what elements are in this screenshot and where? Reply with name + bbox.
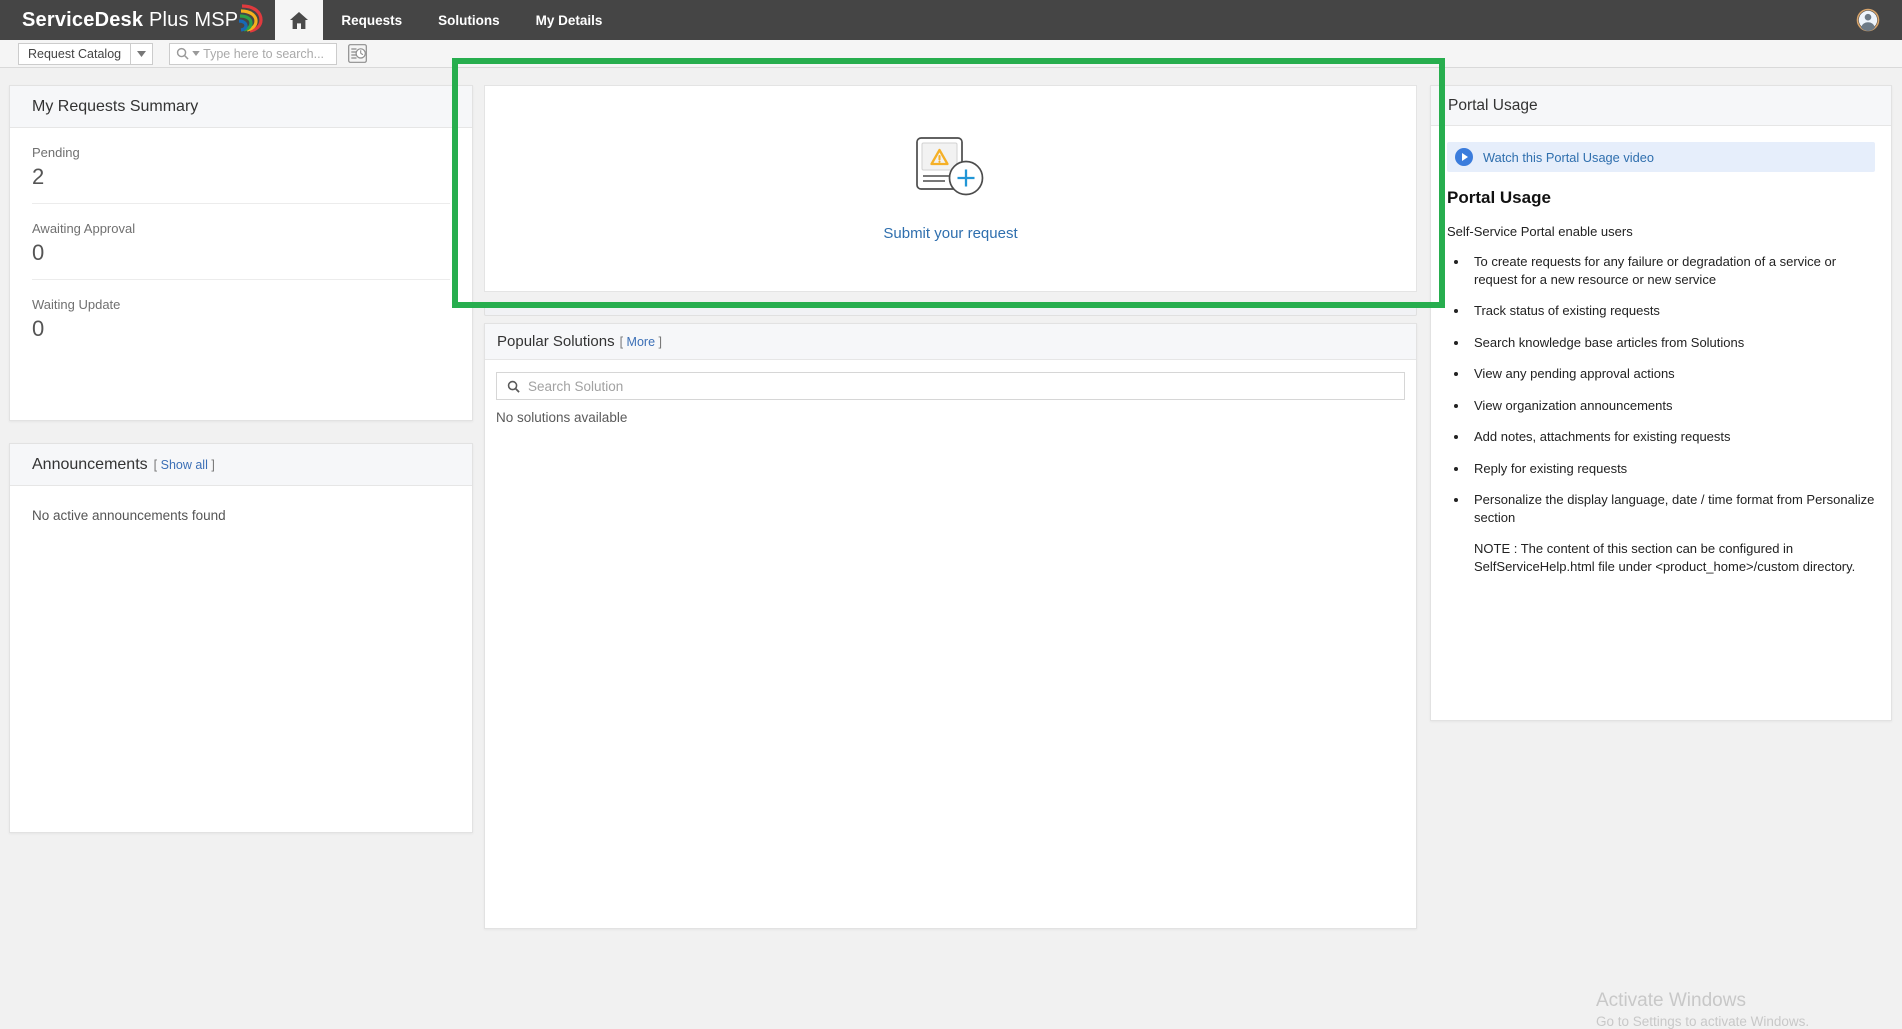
popular-solutions-body: No solutions available (485, 360, 1416, 425)
summary-value-pending: 2 (32, 164, 45, 189)
portal-usage-heading: Portal Usage (1447, 188, 1551, 207)
center-column: Submit your request Popular Solutions [ … (484, 85, 1417, 929)
list-item: View any pending approval actions (1469, 365, 1875, 383)
chevron-down-icon[interactable] (130, 43, 152, 64)
submit-request-card[interactable]: Submit your request (484, 85, 1417, 292)
summary-label-pending: Pending (32, 145, 80, 160)
list-item: To create requests for any failure or de… (1469, 253, 1875, 288)
portal-usage-title: Portal Usage (1431, 86, 1891, 126)
play-icon (1455, 148, 1473, 166)
search-input[interactable] (203, 46, 330, 61)
new-request-icon (915, 137, 983, 196)
watch-portal-usage-video-banner[interactable]: Watch this Portal Usage video (1447, 142, 1875, 172)
portal-usage-bullet-list: To create requests for any failure or de… (1469, 253, 1875, 526)
nav-tab-my-details[interactable]: My Details (518, 0, 621, 40)
summary-label-awaiting-approval: Awaiting Approval (32, 221, 136, 236)
list-item: Reply for existing requests (1469, 460, 1875, 478)
request-history-icon[interactable] (348, 44, 368, 63)
popular-solutions-panel: Popular Solutions [ More ] No solutions … (484, 323, 1417, 929)
nav-tab-requests[interactable]: Requests (323, 0, 420, 40)
portal-usage-subheading: Self-Service Portal enable users (1447, 224, 1633, 239)
top-navigation-bar: ServiceDesk Plus MSP Requests Solutions … (0, 0, 1902, 40)
search-scope-chevron-down-icon[interactable] (192, 51, 200, 56)
solution-search-input[interactable] (528, 378, 1381, 394)
sidebar-item-home[interactable] (275, 0, 324, 40)
solution-search-box[interactable] (496, 372, 1405, 400)
announcements-empty-message: No active announcements found (32, 508, 226, 523)
nav-tab-my-details-label: My Details (535, 12, 603, 28)
page-title: My Requests Summary (32, 97, 199, 115)
watch-portal-usage-video-label: Watch this Portal Usage video (1483, 149, 1654, 165)
more-label: More (626, 334, 656, 349)
nav-tab-solutions[interactable]: Solutions (420, 0, 518, 40)
request-catalog-dropdown[interactable]: Request Catalog (18, 42, 154, 65)
list-item: Add notes, attachments for existing requ… (1469, 428, 1875, 446)
portal-usage-note: NOTE : The content of this section can b… (1474, 541, 1856, 575)
request-catalog-label: Request Catalog (28, 46, 122, 61)
summary-value-waiting-update: 0 (32, 316, 45, 341)
portal-usage-title-text: Portal Usage (1448, 96, 1538, 114)
portal-usage-panel: Portal Usage Watch this Portal Usage vid… (1430, 85, 1892, 721)
portal-usage-body: Watch this Portal Usage video Portal Usa… (1431, 126, 1891, 576)
my-requests-summary-panel: My Requests Summary Pending 2 Awaiting A… (9, 85, 473, 421)
summary-row-pending[interactable]: Pending 2 (32, 128, 450, 204)
solutions-empty-message: No solutions available (496, 410, 628, 425)
global-search-box[interactable] (169, 42, 338, 65)
app-logo-text-bold: ServiceDesk (22, 8, 144, 31)
my-requests-summary-body: Pending 2 Awaiting Approval 0 Waiting Up… (10, 128, 472, 355)
avatar[interactable] (1856, 0, 1902, 40)
app-logo-text: ServiceDesk Plus MSP (22, 9, 238, 32)
scroll-gap (484, 292, 1417, 305)
summary-row-waiting-update[interactable]: Waiting Update 0 (32, 280, 450, 355)
more-bracket-close: ] (658, 334, 662, 349)
secondary-toolbar: Request Catalog (0, 40, 1902, 68)
list-item: Track status of existing requests (1469, 302, 1875, 320)
popular-solutions-more-link[interactable]: [ More ] (620, 335, 662, 349)
announcements-show-all-link[interactable]: [ Show all ] (154, 458, 215, 472)
announcements-title-text: Announcements (32, 455, 148, 473)
popular-solutions-title-text: Popular Solutions (497, 333, 615, 350)
show-all-label: Show all (160, 457, 208, 472)
more-bracket-open: [ (619, 334, 624, 349)
summary-value-awaiting-approval: 0 (32, 240, 45, 265)
page-body: My Requests Summary Pending 2 Awaiting A… (0, 68, 1902, 1029)
user-avatar-icon (1856, 8, 1880, 32)
announcements-title: Announcements [ Show all ] (10, 444, 472, 486)
submit-request-label[interactable]: Submit your request (883, 225, 1017, 242)
activate-windows-subtitle: Go to Settings to activate Windows. (1596, 1013, 1810, 1029)
summary-label-waiting-update: Waiting Update (32, 297, 121, 312)
list-item: Personalize the display language, date /… (1469, 491, 1875, 526)
logo-swoosh-icon (239, 4, 263, 33)
my-requests-summary-title: My Requests Summary (10, 86, 472, 128)
nav-tab-requests-label: Requests (341, 12, 403, 28)
right-column: Portal Usage Watch this Portal Usage vid… (1430, 85, 1892, 721)
horizontal-scrollbar[interactable] (484, 305, 1417, 316)
show-all-bracket-close: ] (211, 457, 215, 472)
summary-row-awaiting-approval[interactable]: Awaiting Approval 0 (32, 204, 450, 280)
activate-windows-watermark: Activate Windows Go to Settings to activ… (1596, 988, 1809, 1029)
nav-tab-solutions-label: Solutions (438, 12, 500, 28)
app-logo-text-light: Plus MSP (143, 8, 239, 31)
left-column: My Requests Summary Pending 2 Awaiting A… (9, 85, 473, 833)
popular-solutions-title: Popular Solutions [ More ] (485, 324, 1416, 360)
list-item: Search knowledge base articles from Solu… (1469, 334, 1875, 352)
announcements-panel: Announcements [ Show all ] No active ann… (9, 443, 473, 833)
home-icon (290, 11, 309, 29)
show-all-bracket-open: [ (153, 457, 158, 472)
search-icon (507, 380, 520, 393)
app-logo[interactable]: ServiceDesk Plus MSP (0, 0, 265, 40)
search-icon (176, 47, 189, 60)
list-item: View organization announcements (1469, 397, 1875, 415)
